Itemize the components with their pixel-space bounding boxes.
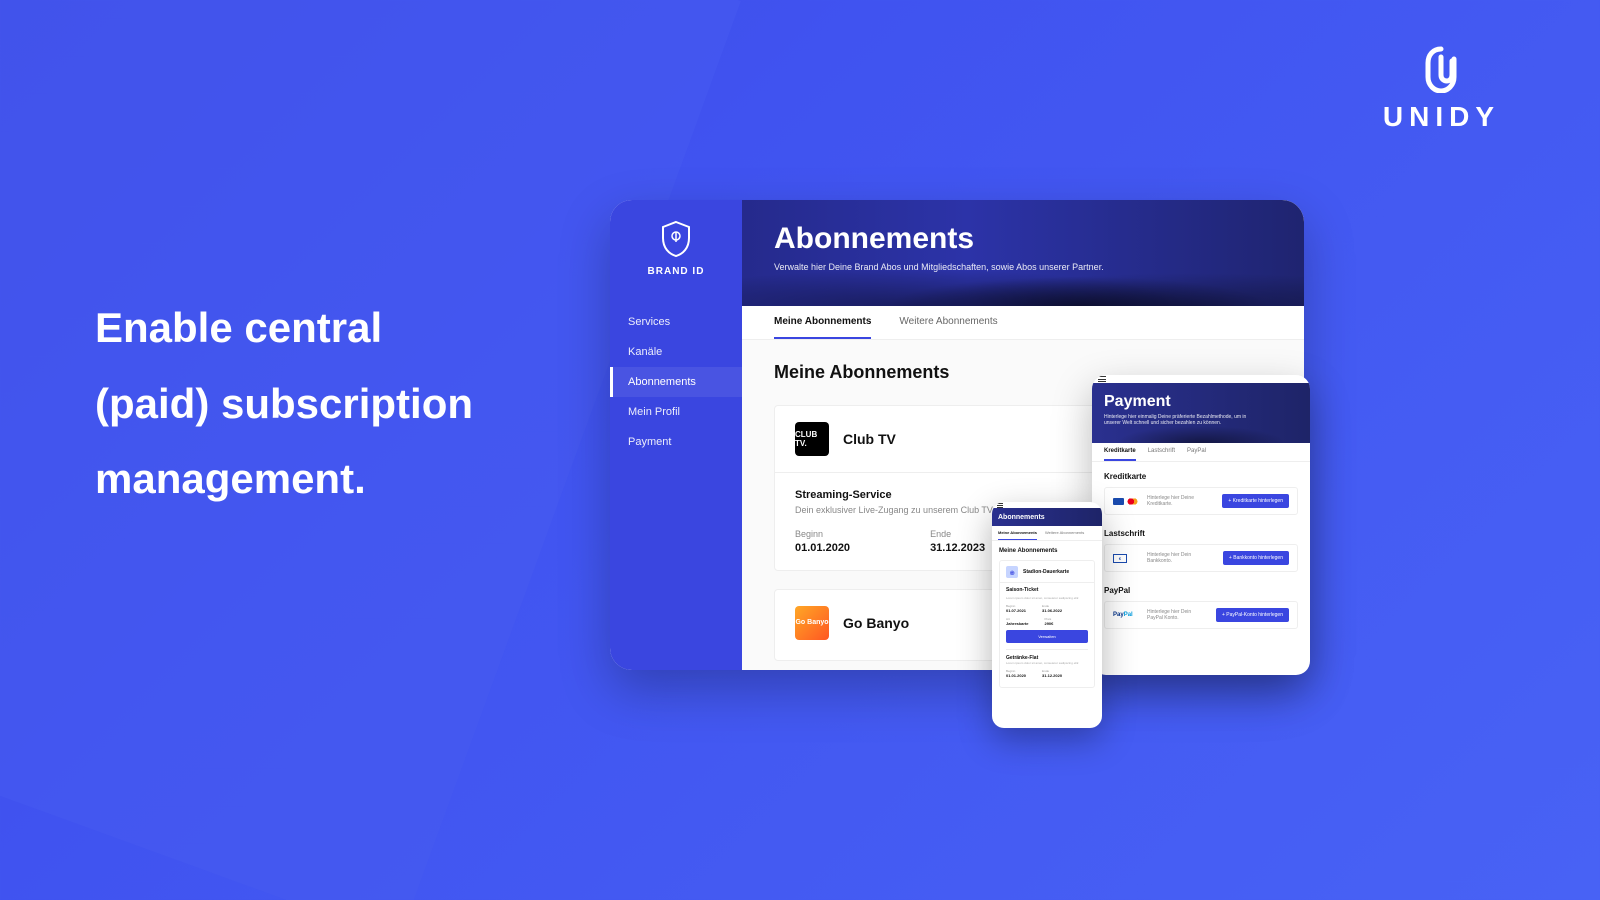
page-title: Abonnements bbox=[774, 222, 1272, 256]
brand-logo: UNIDY bbox=[1383, 45, 1500, 133]
tablet-payment-mock: Payment Hinterlege hier einmalig Deine p… bbox=[1092, 375, 1310, 675]
hero-line-1: Enable central bbox=[95, 290, 473, 366]
phone-tabs: Meine Abonnements Weitere Abonnements bbox=[992, 526, 1102, 541]
payment-method-title: PayPal bbox=[1104, 586, 1298, 595]
payment-title: Payment bbox=[1104, 393, 1298, 411]
subscription-service-title: Saison-Ticket bbox=[1006, 587, 1088, 593]
payment-method-sepa: Lastschrift € Hinterlege hier Dein Bankk… bbox=[1104, 529, 1298, 572]
sidebar-brand: BRAND ID bbox=[610, 220, 742, 277]
payment-method-title: Lastschrift bbox=[1104, 529, 1298, 538]
phone-tab-0[interactable]: Meine Abonnements bbox=[998, 526, 1037, 540]
payment-method-title: Kreditkarte bbox=[1104, 472, 1298, 481]
sidebar: BRAND ID ServicesKanäleAbonnementsMein P… bbox=[610, 200, 742, 670]
paypal-icon: PayPal bbox=[1113, 612, 1133, 618]
subscription-name: Stadion-Dauerkarte bbox=[1023, 569, 1069, 575]
payment-method-desc: Hinterlege hier Deine Kreditkarte. bbox=[1147, 495, 1214, 507]
subscription-logo: CLUB TV. bbox=[795, 422, 829, 456]
visa-icon bbox=[1113, 498, 1124, 505]
add-payment-button[interactable]: + Kreditkarte hinterlegen bbox=[1222, 494, 1289, 508]
page-hero: Abonnements Verwalte hier Deine Brand Ab… bbox=[742, 200, 1304, 306]
mastercard-icon bbox=[1127, 498, 1138, 505]
menu-icon[interactable] bbox=[997, 503, 1003, 508]
subscription-name: Go Banyo bbox=[843, 615, 909, 631]
payment-method-paypal: PayPal PayPal Hinterlege hier Dein PayPa… bbox=[1104, 586, 1298, 629]
page-subtitle: Verwalte hier Deine Brand Abos und Mitgl… bbox=[774, 262, 1104, 274]
payment-method-card: Kreditkarte Hinterlege hier Deine Kredit… bbox=[1104, 472, 1298, 515]
payment-tabs: Kreditkarte Lastschrift PayPal bbox=[1092, 443, 1310, 462]
subscription-logo: Go Banyo bbox=[795, 606, 829, 640]
phone-tab-1[interactable]: Weitere Abonnements bbox=[1045, 526, 1084, 540]
payment-hero: Payment Hinterlege hier einmalig Deine p… bbox=[1092, 383, 1310, 443]
payment-method-desc: Hinterlege hier Dein PayPal Konto. bbox=[1147, 609, 1208, 621]
sidebar-item-abonnements[interactable]: Abonnements bbox=[610, 367, 742, 397]
subscription-card: 🏟 Stadion-Dauerkarte Saison-Ticket Lorem… bbox=[999, 560, 1095, 688]
menu-icon[interactable] bbox=[1098, 376, 1106, 382]
hero-headline: Enable central (paid) subscription manag… bbox=[95, 290, 473, 517]
tabs: Meine Abonnements Weitere Abonnements bbox=[742, 306, 1304, 340]
sepa-icon: € bbox=[1113, 554, 1127, 563]
sidebar-item-services[interactable]: Services bbox=[610, 307, 742, 337]
sidebar-brand-label: BRAND ID bbox=[610, 266, 742, 277]
hero-line-2: (paid) subscription bbox=[95, 366, 473, 442]
brand-wordmark: UNIDY bbox=[1383, 101, 1500, 133]
phone-abonnements-mock: Abonnements Meine Abonnements Weitere Abo… bbox=[992, 502, 1102, 728]
tab-1[interactable]: Weitere Abonnements bbox=[899, 306, 997, 339]
subscription-service-title: Getränke-Flat bbox=[1006, 649, 1088, 661]
payment-method-desc: Hinterlege hier Dein Bankkonto. bbox=[1147, 552, 1215, 564]
payment-subtitle: Hinterlege hier einmalig Deine präferier… bbox=[1104, 414, 1254, 426]
hero-line-3: management. bbox=[95, 441, 473, 517]
sidebar-nav: ServicesKanäleAbonnementsMein ProfilPaym… bbox=[610, 307, 742, 457]
payment-tab-1[interactable]: Lastschrift bbox=[1148, 443, 1175, 461]
phone-section-title: Meine Abonnements bbox=[999, 548, 1095, 554]
subscription-service-desc: Lorem ipsum dolor sit amet, consetetur s… bbox=[1006, 596, 1088, 600]
shield-icon bbox=[660, 220, 692, 258]
sidebar-item-mein-profil[interactable]: Mein Profil bbox=[610, 397, 742, 427]
tab-0[interactable]: Meine Abonnements bbox=[774, 306, 871, 339]
sidebar-item-payment[interactable]: Payment bbox=[610, 427, 742, 457]
phone-page-title: Abonnements bbox=[992, 508, 1102, 526]
manage-button[interactable]: Verwalten bbox=[1006, 630, 1088, 643]
sidebar-item-kanäle[interactable]: Kanäle bbox=[610, 337, 742, 367]
stadion-icon: 🏟 bbox=[1006, 566, 1018, 578]
subscription-service-desc: Lorem ipsum dolor sit amet, consetetur s… bbox=[1006, 661, 1088, 665]
add-payment-button[interactable]: + PayPal-Konto hinterlegen bbox=[1216, 608, 1289, 622]
payment-tab-2[interactable]: PayPal bbox=[1187, 443, 1206, 461]
payment-tab-0[interactable]: Kreditkarte bbox=[1104, 443, 1136, 461]
subscription-name: Club TV bbox=[843, 431, 896, 447]
add-payment-button[interactable]: + Bankkonto hinterlegen bbox=[1223, 551, 1289, 565]
paperclip-icon bbox=[1422, 45, 1460, 93]
